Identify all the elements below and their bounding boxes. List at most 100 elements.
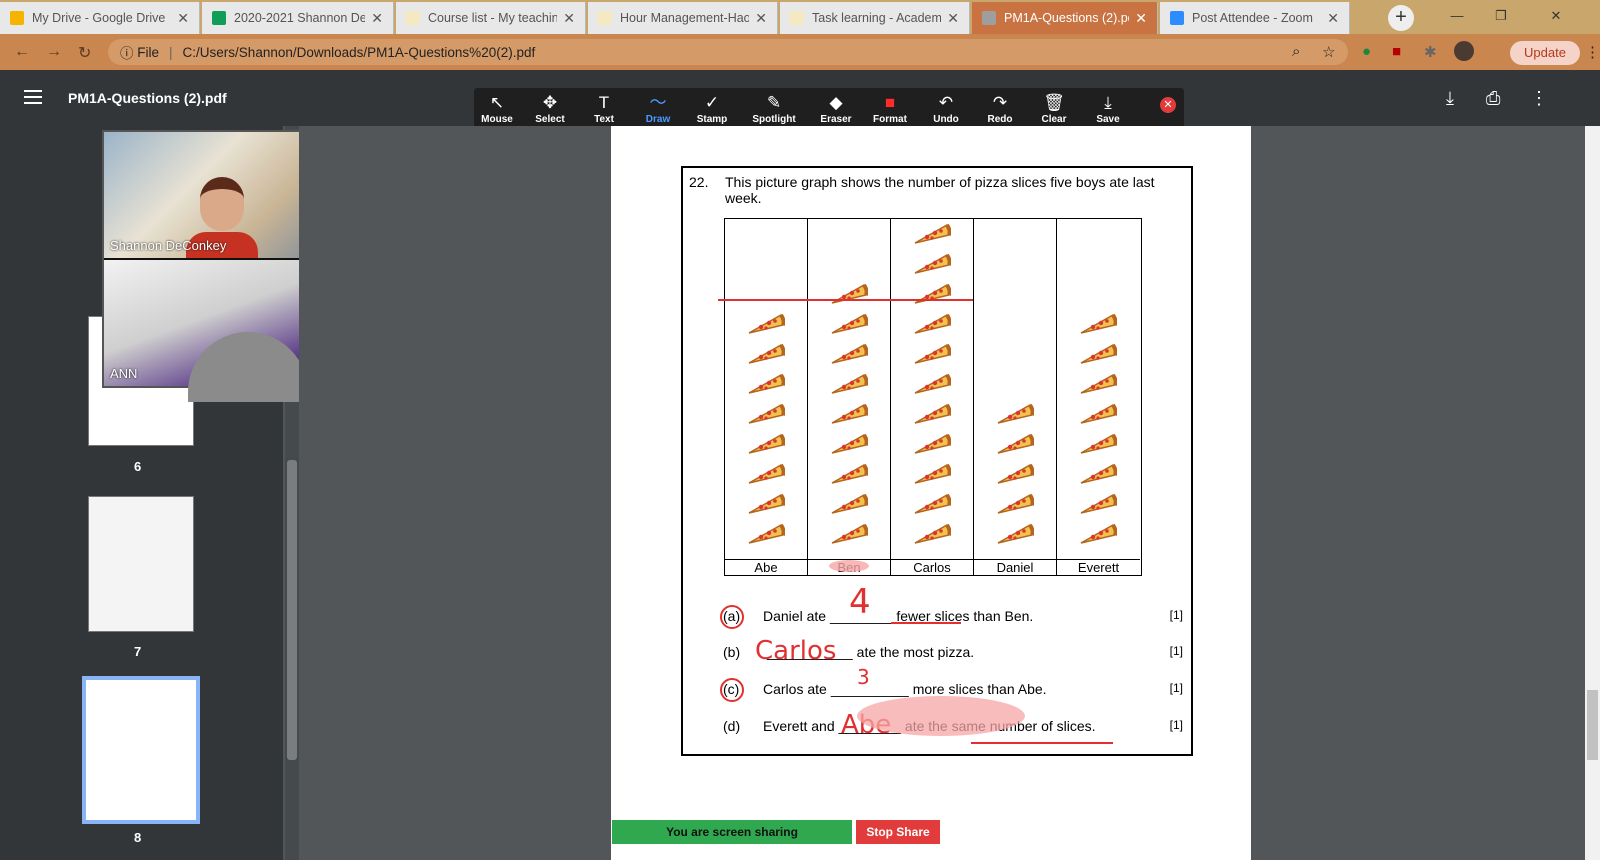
tab-close-icon[interactable]: ✕	[947, 10, 959, 27]
tool-redo[interactable]: ↷ Redo	[974, 92, 1026, 125]
thumbnail-number: 8	[134, 830, 142, 845]
question-suffix: ate the most pizza.	[856, 644, 975, 660]
pdf-viewer[interactable]: 22. This picture graph shows the number …	[299, 126, 1585, 860]
tool-save[interactable]: ⤓ Save	[1082, 92, 1134, 125]
thumbnail-page-7[interactable]	[88, 496, 194, 632]
participant-video: Shannon DeConkey	[104, 132, 328, 258]
tool-label: Redo	[987, 114, 1013, 125]
pizza-slice-icon	[831, 433, 868, 454]
browser-tab[interactable]: 2020-2021 Shannon DeC ✕	[202, 2, 394, 34]
browser-tab[interactable]: PM1A-Questions (2).pdf ✕	[972, 2, 1158, 34]
tool-spotlight[interactable]: ✎ Spotlight	[748, 92, 800, 125]
minimize-button[interactable]: —	[1438, 4, 1476, 28]
question-suffix: ate the same number of slices.	[904, 718, 1096, 734]
tool-clear[interactable]: 🗑 Clear	[1028, 92, 1080, 125]
pizza-slice-icon	[1080, 343, 1117, 364]
browser-tab[interactable]: Task learning - Academy ✕	[780, 2, 970, 34]
browser-menu-icon[interactable]: ⋮	[1585, 43, 1600, 61]
pizza-slice-icon	[914, 463, 951, 484]
tool-label: Clear	[1041, 114, 1067, 125]
pizza-slice-icon	[914, 313, 951, 334]
boy-label: Carlos	[891, 559, 974, 575]
pizza-slice-icon	[997, 493, 1034, 514]
stop-share-button[interactable]: Stop Share	[856, 820, 940, 844]
extension-icon[interactable]: ●	[1362, 43, 1371, 60]
tab-close-icon[interactable]: ✕	[563, 10, 575, 27]
answer-blank: __________	[830, 681, 909, 697]
tool-label: Text	[594, 114, 614, 125]
tab-title: My Drive - Google Drive	[32, 11, 166, 25]
tab-close-icon[interactable]: ✕	[177, 10, 189, 27]
save-icon: ⤓	[1104, 93, 1112, 112]
undo-icon: ↶	[938, 93, 954, 112]
update-button[interactable]: Update	[1510, 41, 1580, 65]
tool-label: Stamp	[696, 114, 728, 125]
tool-mouse[interactable]: ↖ Mouse	[471, 92, 523, 125]
boy-label: Ben	[808, 559, 891, 575]
format-icon: ■	[884, 93, 896, 112]
tool-select[interactable]: ✥ Select	[524, 92, 576, 125]
handwritten-answer: 3	[857, 665, 870, 689]
thumbnail-number: 7	[134, 644, 142, 659]
pizza-slice-icon	[831, 403, 868, 424]
tool-eraser[interactable]: ◆ Eraser	[810, 92, 862, 125]
browser-tab[interactable]: Post Attendee - Zoom ✕	[1160, 2, 1350, 34]
browser-tab[interactable]: Course list - My teaching ✕	[396, 2, 586, 34]
sub-question-text: Daniel ate ________ fewer slices than Ben.	[763, 608, 1033, 624]
menu-icon[interactable]	[24, 90, 42, 104]
mouse-icon: ↖	[489, 93, 505, 112]
more-options-icon[interactable]: ⋮	[1530, 88, 1548, 109]
tab-favicon-icon	[598, 11, 612, 25]
tab-close-icon[interactable]: ✕	[1135, 10, 1147, 27]
question-suffix: fewer slices than Ben.	[896, 608, 1034, 624]
question-box: 22. This picture graph shows the number …	[681, 166, 1193, 756]
tool-format[interactable]: ■ Format	[864, 92, 916, 125]
tool-draw[interactable]: 〜 Draw	[632, 92, 684, 125]
tab-title: PM1A-Questions (2).pdf	[1004, 11, 1130, 25]
close-window-button[interactable]: ✕	[1526, 4, 1586, 28]
tool-undo[interactable]: ↶ Undo	[920, 92, 972, 125]
download-icon[interactable]: ⤓	[1446, 88, 1454, 109]
new-tab-button[interactable]: +	[1388, 5, 1414, 31]
browser-tab-bar: My Drive - Google Drive ✕ 2020-2021 Shanno…	[0, 0, 1600, 34]
url-text: C:/Users/Shannon/Downloads/PM1A-Question…	[182, 44, 536, 60]
close-annotation-icon[interactable]: ✕	[1160, 97, 1176, 113]
tab-title: 2020-2021 Shannon DeC	[234, 11, 366, 25]
pizza-slice-icon	[831, 493, 868, 514]
back-icon[interactable]: ←	[14, 43, 30, 61]
thumbnail-page-8[interactable]	[82, 676, 200, 824]
participant-face	[200, 177, 244, 231]
browser-tab[interactable]: Hour Management-Hao ✕	[588, 2, 778, 34]
ublock-icon[interactable]: ■	[1392, 43, 1401, 60]
info-icon[interactable]: ⓘ	[120, 42, 134, 62]
tab-title: Post Attendee - Zoom	[1192, 11, 1313, 25]
tool-label: Draw	[645, 114, 671, 125]
profile-avatar-icon[interactable]	[1454, 41, 1474, 61]
reload-icon[interactable]: ↻	[78, 43, 91, 63]
tab-close-icon[interactable]: ✕	[1327, 10, 1339, 27]
question-prefix: Carlos ate	[763, 681, 827, 697]
draw-icon: 〜	[649, 93, 667, 112]
tool-stamp[interactable]: ✓ Stamp	[686, 92, 738, 125]
restore-button[interactable]: ❐	[1482, 4, 1520, 28]
tab-close-icon[interactable]: ✕	[755, 10, 767, 27]
handwritten-answer: Carlos	[755, 636, 837, 666]
tab-close-icon[interactable]: ✕	[371, 10, 383, 27]
print-icon[interactable]: ⎙	[1486, 88, 1500, 109]
bookmark-star-icon[interactable]: ☆	[1322, 43, 1335, 61]
pizza-slice-icon	[1080, 373, 1117, 394]
pizza-slice-icon	[831, 463, 868, 484]
url-input[interactable]: ⓘ File | C:/Users/Shannon/Downloads/PM1A…	[108, 39, 1348, 65]
sidebar-scroll-thumb[interactable]	[287, 460, 297, 760]
tool-text[interactable]: T Text	[578, 92, 630, 125]
zoom-icon[interactable]: ⌕	[1292, 43, 1300, 60]
puzzle-icon[interactable]: ✱	[1424, 43, 1437, 61]
tab-favicon-icon	[1170, 11, 1184, 25]
viewer-scroll-thumb[interactable]	[1587, 690, 1598, 760]
forward-icon[interactable]: →	[46, 43, 62, 61]
pizza-slice-icon	[831, 373, 868, 394]
sharing-status: You are screen sharing	[612, 820, 852, 844]
browser-tab[interactable]: My Drive - Google Drive ✕	[0, 2, 200, 34]
pizza-slice-icon	[914, 223, 951, 244]
mark-value: [1]	[1169, 718, 1183, 732]
